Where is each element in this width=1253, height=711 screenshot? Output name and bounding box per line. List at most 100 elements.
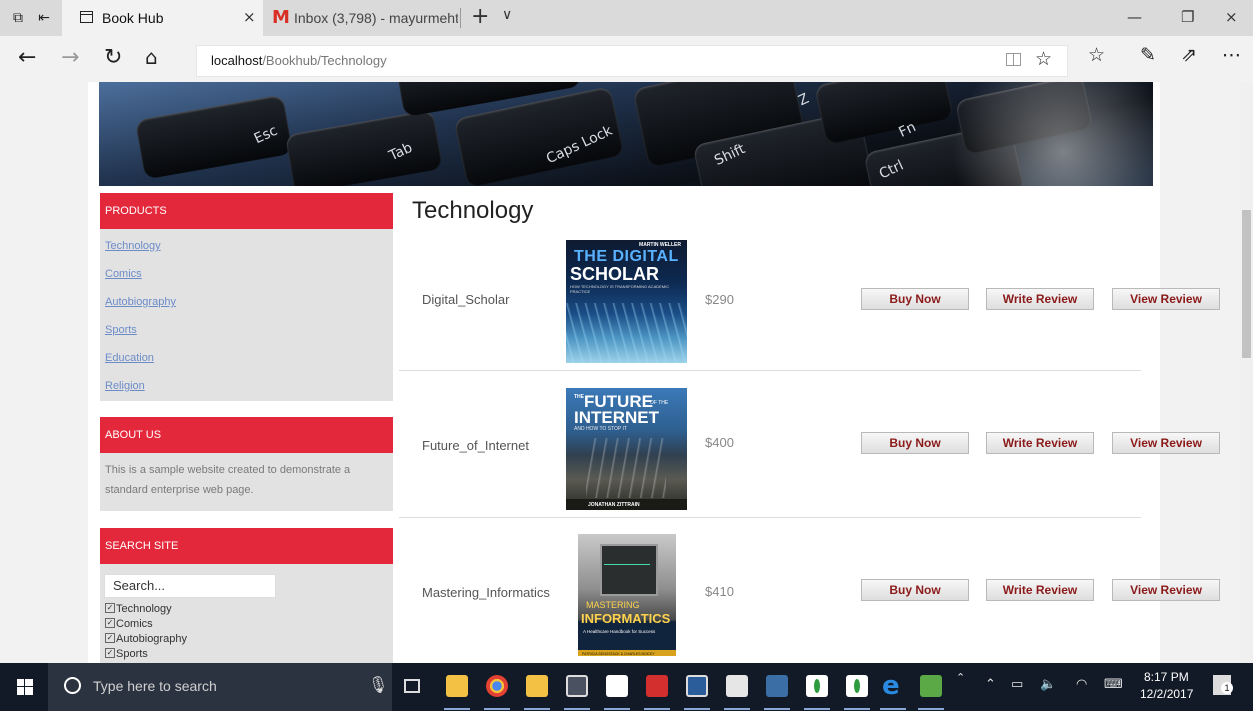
favorite-star-icon[interactable]: ☆ — [1035, 48, 1052, 70]
buy-now-button[interactable]: Buy Now — [861, 288, 969, 310]
url-host: localhost/Bookhub/Technology — [211, 53, 387, 68]
task-view-icon[interactable] — [404, 679, 420, 693]
page-title: Technology — [412, 197, 534, 224]
product-name: Mastering_Informatics — [422, 585, 550, 600]
home-icon[interactable]: ⌂ — [145, 45, 158, 69]
web-note-pen-icon[interactable]: ✎ — [1140, 44, 1156, 66]
terminal-icon[interactable] — [566, 675, 588, 697]
vertical-scrollbar[interactable] — [1240, 82, 1253, 663]
product-name: Future_of_Internet — [422, 438, 529, 453]
page-viewport: Esc Tab Caps Lock Shift Ctrl Fn Z PRODUC… — [0, 82, 1240, 663]
product-price: $400 — [705, 435, 734, 450]
product-price: $290 — [705, 292, 734, 307]
about-header: ABOUT US — [100, 417, 393, 453]
address-bar[interactable]: localhost/Bookhub/Technology ☆ — [196, 45, 1068, 77]
scroll-tray-icon[interactable]: ⌃ — [956, 671, 965, 684]
more-menu-icon[interactable]: ⋯ — [1222, 44, 1241, 66]
app-icon[interactable] — [766, 675, 788, 697]
checkbox-checked-icon: ✓ — [105, 648, 115, 659]
minimize-button[interactable]: — — [1127, 8, 1142, 26]
filter-comics-checkbox[interactable]: ✓ Comics — [105, 618, 153, 630]
edge-icon[interactable]: e — [882, 671, 900, 701]
book-cover-mastering-informatics[interactable]: MASTERING INFORMATICS A Healthcare Handb… — [578, 534, 676, 656]
document-icon[interactable] — [606, 675, 628, 697]
write-review-button[interactable]: Write Review — [986, 579, 1094, 601]
checkbox-checked-icon: ✓ — [105, 618, 115, 629]
taskbar-search-placeholder: Type here to search — [93, 678, 217, 694]
clock-time[interactable]: 8:17 PM — [1144, 670, 1189, 684]
favorites-hub-icon[interactable]: ☆ — [1088, 44, 1105, 66]
notepad-icon[interactable] — [920, 675, 942, 697]
set-tabs-aside-icon[interactable]: ⇤ — [34, 8, 54, 28]
wifi-icon[interactable]: ◠ — [1076, 677, 1087, 692]
show-hidden-icons[interactable]: ⌃ — [985, 677, 996, 692]
new-tab-button[interactable]: + — [471, 4, 489, 29]
filter-technology-checkbox[interactable]: ✓ Technology — [105, 603, 172, 615]
refresh-icon[interactable]: ↻ — [104, 45, 122, 70]
battery-icon[interactable]: ▭ — [1011, 677, 1023, 692]
keyboard-icon[interactable]: ⌨ — [1104, 677, 1123, 692]
view-review-button[interactable]: View Review — [1112, 432, 1220, 454]
close-window-button[interactable]: × — [1225, 8, 1238, 26]
filter-sports-checkbox[interactable]: ✓ Sports — [105, 648, 148, 660]
back-arrow-icon[interactable]: ← — [18, 45, 36, 70]
write-review-button[interactable]: Write Review — [986, 432, 1094, 454]
product-price: $410 — [705, 584, 734, 599]
app-window-icon[interactable] — [686, 675, 708, 697]
chrome-icon[interactable] — [486, 675, 508, 697]
close-tab-icon[interactable]: × — [243, 8, 256, 26]
share-icon[interactable]: ⇗ — [1181, 44, 1197, 66]
sticky-notes-icon[interactable] — [526, 675, 548, 697]
buy-now-button[interactable]: Buy Now — [861, 579, 969, 601]
write-review-button[interactable]: Write Review — [986, 288, 1094, 310]
tab-title: Inbox (3,798) - mayurmehta — [294, 10, 458, 26]
file-explorer-icon[interactable] — [446, 675, 468, 697]
tab-title: Book Hub — [102, 10, 164, 26]
products-header: PRODUCTS — [100, 193, 393, 229]
taskbar-search-box[interactable]: Type here to search 🎙 — [48, 663, 392, 711]
windows-taskbar: Type here to search 🎙 e ⌃ ⌃ ▭ 🔈 ◠ ⌨ 1 — [0, 663, 1253, 711]
tab-inbox[interactable]: M Inbox (3,798) - mayurmehta — [264, 0, 460, 36]
product-row: Future_of_Internet THE FUTURE OF THE INT… — [399, 371, 1220, 518]
navigation-bar: ← → ↻ ⌂ localhost/Bookhub/Technology ☆ ☆… — [0, 36, 1253, 82]
acrobat-icon[interactable] — [646, 675, 668, 697]
sidebar-item-religion[interactable]: Religion — [105, 380, 145, 392]
view-review-button[interactable]: View Review — [1112, 288, 1220, 310]
green-app-icon[interactable] — [806, 675, 828, 697]
filter-autobiography-checkbox[interactable]: ✓ Autobiography — [105, 633, 187, 645]
checkbox-checked-icon: ✓ — [105, 633, 115, 644]
volume-icon[interactable]: 🔈 — [1040, 677, 1056, 692]
sidebar-item-sports[interactable]: Sports — [105, 324, 137, 336]
restore-button[interactable]: ❐ — [1181, 8, 1194, 26]
search-input[interactable]: Search... — [104, 574, 276, 598]
java-icon[interactable] — [726, 675, 748, 697]
page-container: Esc Tab Caps Lock Shift Ctrl Fn Z PRODUC… — [88, 82, 1220, 663]
microphone-icon[interactable]: 🎙 — [368, 675, 388, 694]
product-row: Digital_Scholar MARTIN WELLER THE DIGITA… — [399, 224, 1220, 371]
sidebar-item-comics[interactable]: Comics — [105, 268, 142, 280]
sidebar-item-education[interactable]: Education — [105, 352, 154, 364]
tab-list-chevron-icon[interactable]: ∨ — [502, 7, 512, 23]
notifications-icon[interactable]: 1 — [1213, 675, 1233, 695]
forward-arrow-icon[interactable]: → — [61, 45, 79, 70]
scrollbar-thumb[interactable] — [1242, 210, 1251, 358]
sidebar-item-technology[interactable]: Technology — [105, 240, 161, 252]
about-panel: ABOUT US This is a sample website create… — [100, 417, 393, 511]
keyboard-banner-image: Esc Tab Caps Lock Shift Ctrl Fn Z — [99, 82, 1153, 186]
tab-preview-icon[interactable]: ⧉ — [8, 8, 28, 28]
page-icon — [80, 11, 93, 23]
clock-date[interactable]: 12/2/2017 — [1140, 687, 1193, 701]
view-review-button[interactable]: View Review — [1112, 579, 1220, 601]
tab-separator — [460, 8, 461, 28]
cortana-icon — [64, 677, 81, 694]
tab-book-hub[interactable]: Book Hub × — [62, 0, 263, 36]
green-app-icon[interactable] — [846, 675, 868, 697]
book-cover-future-of-internet[interactable]: THE FUTURE OF THE INTERNET AND HOW TO ST… — [566, 388, 687, 510]
reading-view-icon[interactable] — [1006, 53, 1021, 66]
checkbox-checked-icon: ✓ — [105, 603, 115, 614]
gmail-icon: M — [272, 7, 290, 28]
buy-now-button[interactable]: Buy Now — [861, 432, 969, 454]
windows-start-icon[interactable] — [17, 679, 33, 695]
book-cover-digital-scholar[interactable]: MARTIN WELLER THE DIGITAL SCHOLAR HOW TE… — [566, 240, 687, 363]
sidebar-item-autobiography[interactable]: Autobiography — [105, 296, 176, 308]
